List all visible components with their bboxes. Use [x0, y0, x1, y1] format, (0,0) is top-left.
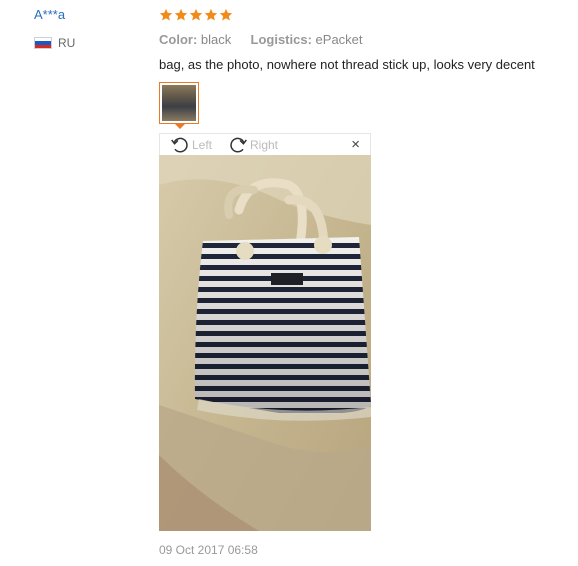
star-icon [174, 8, 188, 21]
reviewer-country: RU [34, 36, 75, 50]
star-icon [204, 8, 218, 21]
rotate-right-button[interactable]: Right [228, 135, 278, 155]
russia-flag-icon [34, 37, 52, 49]
rotate-right-label: Right [250, 138, 279, 152]
review-date: 09 Oct 2017 06:58 [159, 543, 258, 557]
thumbnail-pointer-icon [175, 124, 185, 129]
country-code: RU [58, 36, 76, 50]
rotate-left-button[interactable]: Left [170, 135, 212, 155]
photo-thumbnail[interactable] [159, 82, 199, 124]
star-rating [159, 8, 233, 22]
logistics-label: Logistics: [250, 32, 312, 47]
color-label: Color: [159, 32, 198, 47]
review-text: bag, as the photo, nowhere not thread st… [159, 57, 535, 72]
rotate-right-icon [230, 137, 247, 153]
rotate-left-icon [171, 137, 188, 153]
rotate-left-label: Left [192, 138, 213, 152]
logistics-value: ePacket [315, 32, 363, 47]
star-icon [189, 8, 203, 21]
order-attributes: Color: black Logistics: ePacket [159, 32, 363, 47]
review-photo [159, 155, 371, 531]
star-icon [159, 8, 173, 21]
star-icon [219, 8, 233, 21]
bag-photo-image [159, 155, 371, 531]
color-value: black [200, 32, 232, 47]
reviewer-name: A***a [34, 7, 66, 22]
thumbnail-image [162, 85, 196, 121]
photo-viewer-toolbar: Left Right × [159, 133, 371, 155]
close-viewer-button[interactable]: × [351, 136, 360, 153]
